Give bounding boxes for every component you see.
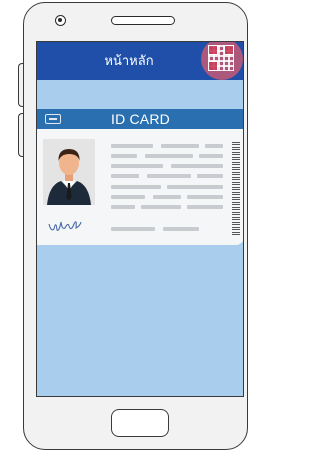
phone-screen: หน้าหลัก ID CARD — [36, 41, 244, 397]
barcode-icon — [232, 142, 240, 236]
camera-icon — [55, 15, 66, 26]
signature-icon — [47, 216, 93, 236]
id-card[interactable]: ID CARD — [37, 109, 243, 245]
qr-code-icon — [208, 45, 234, 71]
card-chip-icon — [45, 114, 61, 124]
person-photo-icon — [43, 139, 95, 205]
speaker-grille — [111, 16, 175, 25]
id-card-title: ID CARD — [111, 111, 170, 127]
stage: หน้าหลัก ID CARD — [0, 0, 257, 457]
home-button[interactable] — [111, 409, 169, 437]
qr-code-button[interactable] — [201, 42, 243, 80]
app-header: หน้าหลัก — [37, 42, 243, 80]
page-title: หน้าหลัก — [104, 54, 154, 69]
id-card-header: ID CARD — [37, 109, 243, 129]
